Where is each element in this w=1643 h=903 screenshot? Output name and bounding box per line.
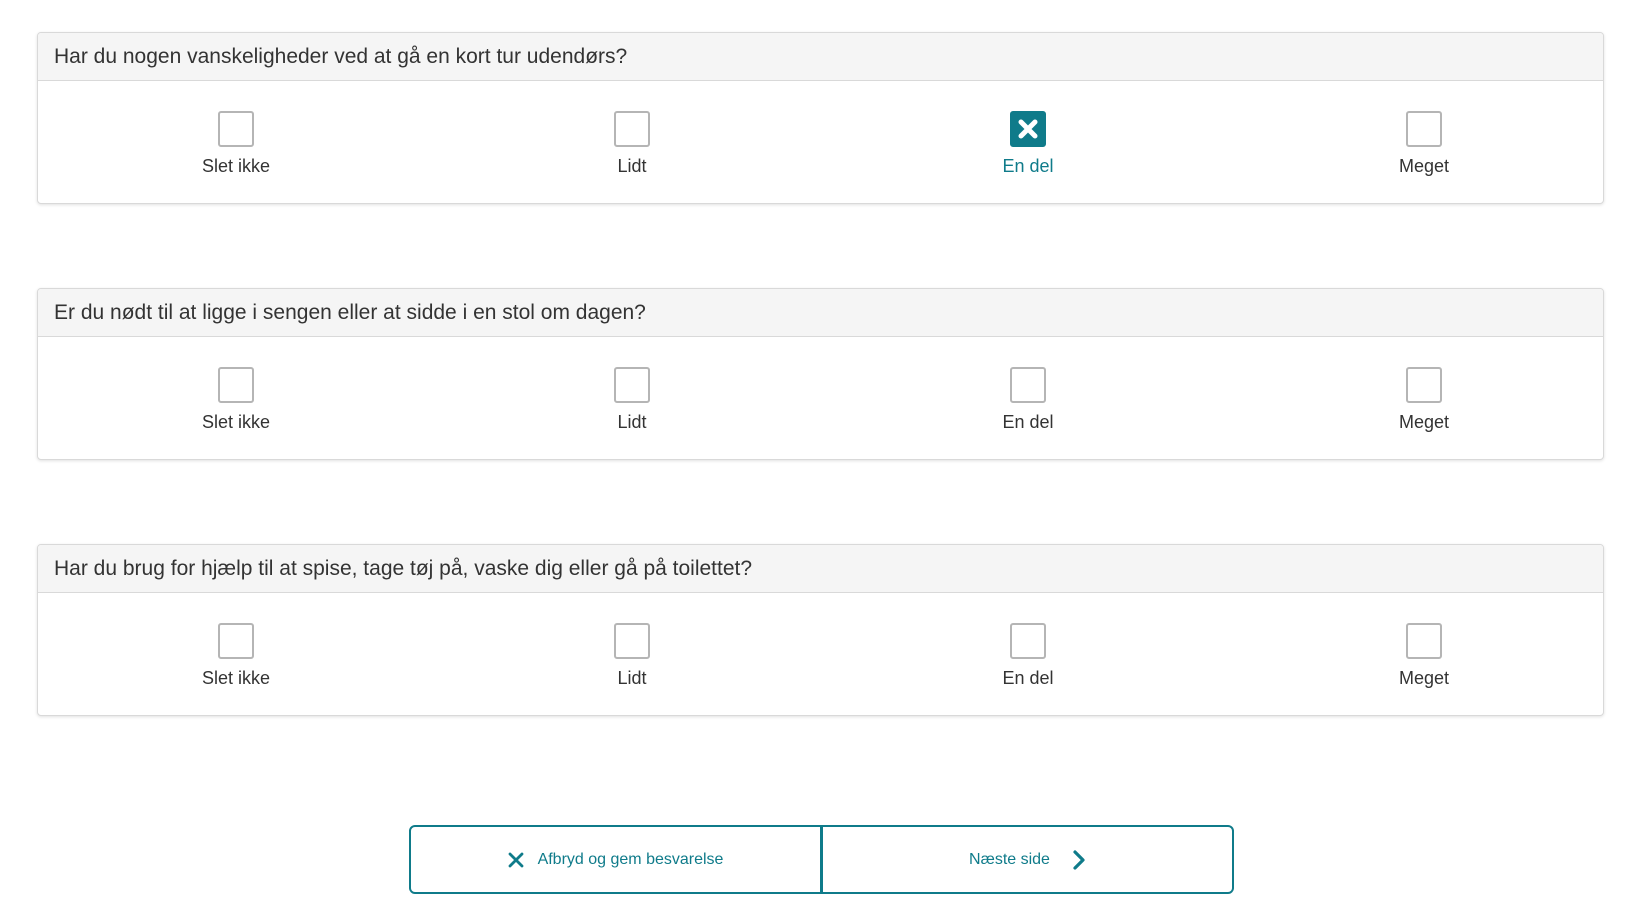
options-row: Slet ikke Lidt En del Meget — [38, 337, 1603, 459]
option-en-del[interactable]: En del — [928, 623, 1128, 689]
options-row: Slet ikke Lidt En del Meget — [38, 81, 1603, 203]
checkbox[interactable] — [1406, 111, 1442, 147]
option-label: Meget — [1398, 156, 1450, 176]
option-meget[interactable]: Meget — [1324, 111, 1524, 177]
checkbox[interactable] — [218, 367, 254, 403]
questionnaire-page: Har du nogen vanskeligheder ved at gå en… — [0, 0, 1643, 903]
checkbox[interactable] — [614, 367, 650, 403]
option-label: En del — [1002, 156, 1054, 176]
checkbox[interactable] — [1010, 367, 1046, 403]
question-text: Har du nogen vanskeligheder ved at gå en… — [38, 33, 1603, 81]
option-slet-ikke[interactable]: Slet ikke — [136, 623, 336, 689]
checkbox[interactable] — [1406, 623, 1442, 659]
option-lidt[interactable]: Lidt — [532, 623, 732, 689]
question-card-3: Har du brug for hjælp til at spise, tage… — [37, 544, 1604, 716]
option-label: Slet ikke — [201, 156, 271, 176]
option-label: Lidt — [617, 668, 647, 688]
option-en-del[interactable]: En del — [928, 367, 1128, 433]
next-page-button[interactable]: Næste side — [822, 825, 1234, 894]
question-text: Har du brug for hjælp til at spise, tage… — [38, 545, 1603, 593]
option-label: Meget — [1398, 412, 1450, 432]
question-text: Er du nødt til at ligge i sengen eller a… — [38, 289, 1603, 337]
question-card-2: Er du nødt til at ligge i sengen eller a… — [37, 288, 1604, 460]
option-en-del[interactable]: En del — [928, 111, 1128, 177]
close-icon — [1018, 119, 1038, 139]
checkbox[interactable] — [218, 623, 254, 659]
close-icon — [508, 852, 524, 868]
option-slet-ikke[interactable]: Slet ikke — [136, 367, 336, 433]
option-lidt[interactable]: Lidt — [532, 111, 732, 177]
option-label: Lidt — [617, 412, 647, 432]
option-meget[interactable]: Meget — [1324, 367, 1524, 433]
chevron-right-icon — [1072, 849, 1086, 871]
cancel-save-button[interactable]: Afbryd og gem besvarelse — [409, 825, 822, 894]
checkbox[interactable] — [1406, 367, 1442, 403]
checkbox-checked[interactable] — [1010, 111, 1046, 147]
option-lidt[interactable]: Lidt — [532, 367, 732, 433]
checkbox[interactable] — [218, 111, 254, 147]
option-label: Meget — [1398, 668, 1450, 688]
options-row: Slet ikke Lidt En del Meget — [38, 593, 1603, 715]
option-label: Lidt — [617, 156, 647, 176]
option-label: Slet ikke — [201, 412, 271, 432]
question-card-1: Har du nogen vanskeligheder ved at gå en… — [37, 32, 1604, 204]
option-label: En del — [1002, 412, 1054, 432]
option-label: Slet ikke — [201, 668, 271, 688]
option-meget[interactable]: Meget — [1324, 623, 1524, 689]
checkbox[interactable] — [614, 111, 650, 147]
cancel-save-label: Afbryd og gem besvarelse — [537, 850, 724, 868]
navigation-bar: Afbryd og gem besvarelse Næste side — [409, 825, 1234, 894]
checkbox[interactable] — [1010, 623, 1046, 659]
checkbox[interactable] — [614, 623, 650, 659]
option-label: En del — [1002, 668, 1054, 688]
next-page-label: Næste side — [969, 850, 1050, 868]
option-slet-ikke[interactable]: Slet ikke — [136, 111, 336, 177]
